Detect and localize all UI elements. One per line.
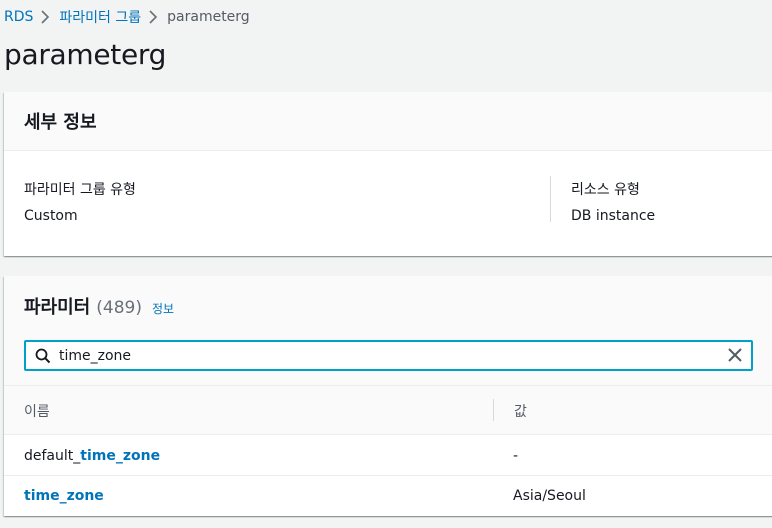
breadcrumb-parameter-groups-link[interactable]: 파라미터 그룹 [59,7,141,27]
parameter-name: default_time_zone [24,448,160,464]
parameters-header: 파라미터 (489) 정보 [4,276,772,386]
table-header: 이름 값 [4,386,772,435]
parameter-value: - [513,448,519,464]
chevron-right-icon [141,8,167,26]
name-match-highlight: time_zone [80,448,161,464]
parameters-title-row: 파라미터 (489) 정보 [24,293,174,319]
column-divider[interactable] [493,399,494,421]
details-title: 세부 정보 [24,112,97,133]
parameters-count: (489) [96,298,142,318]
parameter-value: Asia/Seoul [513,488,586,504]
parameters-panel: 파라미터 (489) 정보 이름 값 default_time_zone - t… [4,276,772,516]
details-header: 세부 정보 [4,92,772,151]
breadcrumb: RDS 파라미터 그룹 parameterg [4,8,250,26]
table-row[interactable]: default_time_zone - [4,436,772,476]
resource-type: 리소스 유형 DB instance [571,177,655,229]
param-group-type: 파라미터 그룹 유형 Custom [24,177,136,229]
param-group-type-label: 파라미터 그룹 유형 [24,182,136,198]
search-input[interactable] [56,342,721,369]
search-icon [26,342,56,369]
chevron-right-icon [33,8,59,26]
resource-type-value: DB instance [571,208,656,224]
parameter-search [24,340,753,371]
parameter-name: time_zone [24,488,104,504]
resource-type-label: 리소스 유형 [571,182,640,198]
breadcrumb-current: parameterg [167,9,250,25]
column-header-value[interactable]: 값 [514,401,527,421]
page-title: parameterg [4,38,167,71]
name-match-highlight: time_zone [24,488,104,504]
info-link[interactable]: 정보 [152,300,174,317]
param-group-type-value: Custom [24,208,78,224]
table-row[interactable]: time_zone Asia/Seoul [4,476,772,516]
column-header-name[interactable]: 이름 [24,401,50,421]
details-panel: 세부 정보 파라미터 그룹 유형 Custom 리소스 유형 DB instan… [4,92,772,256]
name-prefix: default_ [24,448,81,464]
breadcrumb-rds-link[interactable]: RDS [4,9,33,25]
column-divider [550,176,551,222]
close-icon[interactable] [721,342,751,369]
parameters-title: 파라미터 [24,297,91,318]
